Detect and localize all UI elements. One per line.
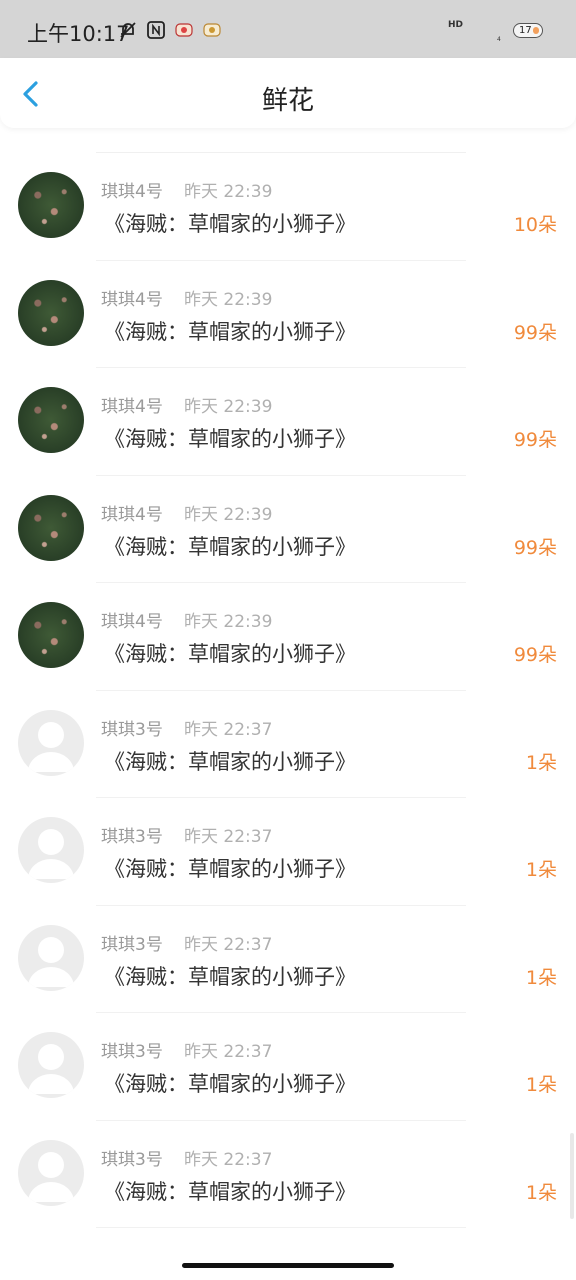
list-item[interactable]: 琪琪3号 昨天 22:37 《海贼：草帽家的小狮子》 1朵 [0,691,576,798]
timestamp: 昨天 22:39 [184,397,273,417]
avatar[interactable] [18,1032,84,1098]
flower-count: 1朵 [525,966,557,989]
avatar[interactable] [18,602,84,668]
list-item[interactable]: 琪琪4号 昨天 22:39 《海贼：草帽家的小狮子》 99朵 [0,261,576,368]
status-icons [118,20,222,40]
user-name[interactable]: 琪琪4号 [101,500,163,525]
status-bar: 上午10:17 HD 4 17 [0,0,576,58]
flower-count: 10朵 [513,214,557,236]
flower-list[interactable]: 琪琪4号 昨天 22:39 《海贼：草帽家的小狮子》 10朵 琪琪4号 昨天 22:39 《… [0,153,576,1228]
flower-count: 1朵 [525,1181,557,1204]
work-title[interactable]: 《海贼：草帽家的小狮子》 [104,531,356,561]
app-notification-icon [203,23,221,37]
work-title[interactable]: 《海贼：草帽家的小狮子》 [104,1068,356,1098]
work-title[interactable]: 《海贼：草帽家的小狮子》 [104,746,356,776]
signal-indicator: 4 [497,36,501,43]
list-item[interactable]: 琪琪4号 昨天 22:39 《海贼：草帽家的小狮子》 99朵 [0,368,576,476]
home-indicator[interactable] [182,1263,394,1268]
user-name[interactable]: 琪琪3号 [101,1037,163,1062]
work-title[interactable]: 《海贼：草帽家的小狮子》 [104,961,356,991]
flower-count: 1朵 [525,859,557,881]
avatar[interactable] [18,172,84,238]
user-name[interactable]: 琪琪4号 [101,285,163,310]
flower-count: 1朵 [525,1074,557,1096]
flower-count: 99朵 [513,644,557,666]
divider [96,1227,466,1228]
timestamp: 昨天 22:39 [184,612,273,632]
scrollbar[interactable] [570,1133,574,1219]
timestamp: 昨天 22:39 [184,504,273,525]
flower-count: 1朵 [525,751,557,774]
avatar[interactable] [18,387,84,453]
avatar[interactable] [18,924,84,991]
work-title[interactable]: 《海贼：草帽家的小狮子》 [104,423,356,453]
user-name[interactable]: 琪琪4号 [101,177,163,202]
timestamp: 昨天 22:39 [184,182,273,202]
battery-indicator: 17 [513,23,543,38]
list-item[interactable]: 琪琪4号 昨天 22:39 《海贼：草帽家的小狮子》 99朵 [0,583,576,691]
user-name[interactable]: 琪琪4号 [101,607,163,632]
timestamp: 昨天 22:37 [184,719,273,740]
hd-indicator: HD [448,20,464,30]
work-title[interactable]: 《海贼：草帽家的小狮子》 [104,1176,356,1206]
user-name[interactable]: 琪琪3号 [101,930,163,955]
timestamp: 昨天 22:37 [184,934,273,955]
work-title[interactable]: 《海贼：草帽家的小狮子》 [104,316,356,346]
list-item[interactable]: 琪琪4号 昨天 22:39 《海贼：草帽家的小狮子》 10朵 [0,153,576,261]
avatar[interactable] [18,1139,84,1206]
user-name[interactable]: 琪琪4号 [101,392,163,417]
user-name[interactable]: 琪琪3号 [101,822,163,847]
status-time: 上午10:17 [27,22,130,46]
list-item[interactable]: 琪琪3号 昨天 22:37 《海贼：草帽家的小狮子》 1朵 [0,798,576,906]
timestamp: 昨天 22:37 [184,1042,273,1062]
page-title: 鲜花 [261,86,314,116]
list-item[interactable]: 琪琪3号 昨天 22:37 《海贼：草帽家的小狮子》 1朵 [0,906,576,1013]
flower-count: 99朵 [513,536,557,559]
avatar[interactable] [18,279,84,346]
work-title[interactable]: 《海贼：草帽家的小狮子》 [104,208,356,238]
work-title[interactable]: 《海贼：草帽家的小狮子》 [104,638,356,668]
avatar[interactable] [18,494,84,561]
timestamp: 昨天 22:37 [184,1149,273,1170]
avatar[interactable] [18,709,84,776]
page-header: 鲜花 [0,58,576,128]
avatar[interactable] [18,817,84,883]
list-item[interactable]: 琪琪4号 昨天 22:39 《海贼：草帽家的小狮子》 99朵 [0,476,576,583]
bell-off-icon [120,22,136,38]
user-name[interactable]: 琪琪3号 [101,715,163,740]
timestamp: 昨天 22:39 [184,289,273,310]
timestamp: 昨天 22:37 [184,827,273,847]
nfc-icon [147,21,165,39]
user-name[interactable]: 琪琪3号 [101,1145,163,1170]
work-title[interactable]: 《海贼：草帽家的小狮子》 [104,853,356,883]
app-notification-icon [175,23,193,37]
list-item[interactable]: 琪琪3号 昨天 22:37 《海贼：草帽家的小狮子》 1朵 [0,1121,576,1228]
list-item[interactable]: 琪琪3号 昨天 22:37 《海贼：草帽家的小狮子》 1朵 [0,1013,576,1121]
flower-count: 99朵 [513,429,557,451]
flower-count: 99朵 [513,321,557,344]
